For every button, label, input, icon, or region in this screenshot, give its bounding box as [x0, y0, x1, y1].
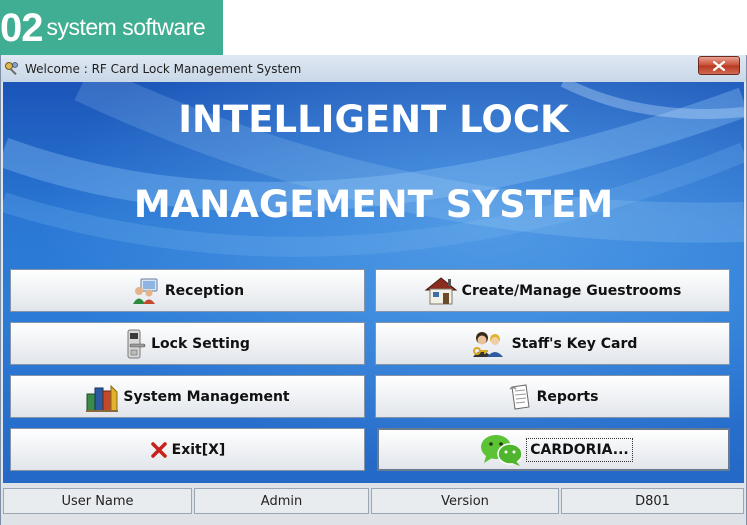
status-user-name-value: Admin: [194, 488, 369, 514]
books-icon: [85, 382, 119, 412]
close-icon: [713, 60, 725, 71]
door-lock-icon: [125, 329, 147, 359]
banner-text: system software: [46, 14, 206, 40]
system-management-label: System Management: [123, 388, 290, 405]
red-x-icon: [150, 441, 168, 459]
status-version-value: D801: [561, 488, 744, 514]
document-icon: [507, 383, 533, 411]
exit-label: Exit[X]: [171, 441, 226, 458]
system-management-button[interactable]: System Management: [10, 375, 365, 418]
headline-line-1: INTELLIGENT LOCK: [178, 98, 569, 141]
wechat-icon: [478, 432, 526, 468]
status-user-name-label: User Name: [3, 488, 192, 514]
main-window: Welcome : RF Card Lock Management System…: [0, 55, 747, 525]
exit-button[interactable]: Exit[X]: [10, 428, 365, 471]
create-manage-guestrooms-button[interactable]: Create/Manage Guestrooms: [375, 269, 730, 312]
headline-line-2: MANAGEMENT SYSTEM: [133, 183, 614, 226]
reports-label: Reports: [536, 388, 599, 405]
client-area: INTELLIGENT LOCK MANAGEMENT SYSTEM Recep…: [3, 82, 744, 483]
status-version-label: Version: [371, 488, 559, 514]
reception-button[interactable]: Reception: [10, 269, 365, 312]
reception-icon: [131, 277, 161, 305]
lock-setting-label: Lock Setting: [151, 335, 250, 352]
title-bar[interactable]: Welcome : RF Card Lock Management System: [1, 55, 746, 82]
status-bar: User Name Admin Version D801: [1, 483, 746, 525]
reports-button[interactable]: Reports: [375, 375, 730, 418]
staffs-key-card-button[interactable]: Staff's Key Card: [375, 322, 730, 365]
top-banner: 02 system software: [0, 0, 223, 55]
house-icon: [424, 276, 458, 306]
cardoria-label: CARDORIA...: [526, 437, 633, 462]
key-app-icon: [4, 61, 20, 77]
window-title: Welcome : RF Card Lock Management System: [25, 61, 302, 76]
cardoria-button[interactable]: CARDORIA...: [377, 428, 730, 471]
staff-key-icon: [468, 329, 508, 359]
staffs-key-card-label: Staff's Key Card: [511, 335, 638, 352]
reception-label: Reception: [164, 282, 245, 299]
close-button[interactable]: [698, 56, 740, 75]
create-manage-guestrooms-label: Create/Manage Guestrooms: [461, 282, 682, 299]
banner-number: 02: [0, 5, 43, 50]
lock-setting-button[interactable]: Lock Setting: [10, 322, 365, 365]
